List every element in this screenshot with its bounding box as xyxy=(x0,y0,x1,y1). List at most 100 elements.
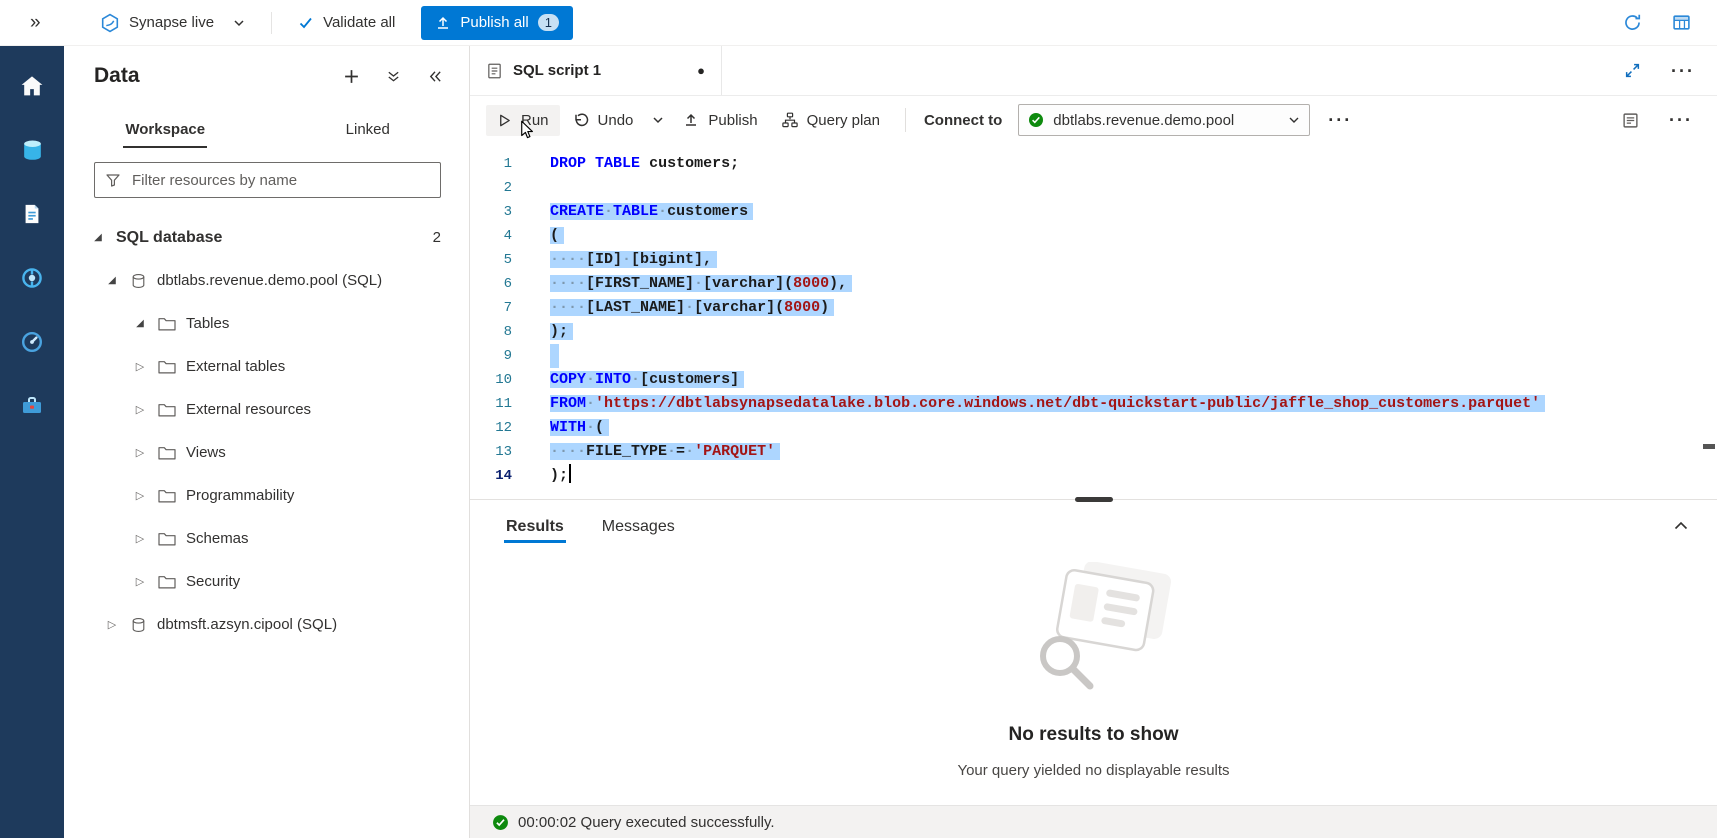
nav-develop-icon[interactable] xyxy=(0,182,64,246)
run-button[interactable]: Run xyxy=(486,105,560,136)
expand-rail-icon[interactable]: » xyxy=(30,12,56,34)
resource-tree: ◢SQL database2◢ dbtlabs.revenue.demo.poo… xyxy=(64,204,469,646)
line-number[interactable]: 13 xyxy=(470,440,530,464)
code-line[interactable]: 10COPY·INTO·[customers] xyxy=(470,368,1717,392)
code-line[interactable]: 13····FILE_TYPE·=·'PARQUET' xyxy=(470,440,1717,464)
tree-item[interactable]: ◢SQL database2 xyxy=(64,216,469,259)
tree-item[interactable]: ▷ dbtmsft.azsyn.cipool (SQL) xyxy=(64,603,469,646)
code-line-content: ····FILE_TYPE·=·'PARQUET' xyxy=(530,440,780,464)
publish-all-button[interactable]: Publish all 1 xyxy=(421,6,573,40)
splitter-drag-handle[interactable] xyxy=(1075,497,1113,502)
filter-resources-input[interactable] xyxy=(130,171,430,190)
line-number[interactable]: 10 xyxy=(470,368,530,392)
tree-item[interactable]: ▷ Security xyxy=(64,560,469,603)
code-line[interactable]: 1DROP TABLE customers; xyxy=(470,152,1717,176)
sql-code-editor[interactable]: 1DROP TABLE customers;23CREATE·TABLE·cus… xyxy=(470,144,1717,496)
publish-button[interactable]: Publish xyxy=(672,105,768,136)
code-line[interactable]: 3CREATE·TABLE·customers xyxy=(470,200,1717,224)
line-number[interactable]: 9 xyxy=(470,344,530,368)
add-resource-icon[interactable] xyxy=(343,68,360,85)
pool-selector-dropdown[interactable]: dbtlabs.revenue.demo.pool xyxy=(1018,104,1310,136)
expand-arrow-icon[interactable]: ▷ xyxy=(132,575,148,588)
collapse-arrow-icon[interactable]: ◢ xyxy=(104,275,120,286)
line-number[interactable]: 11 xyxy=(470,392,530,416)
code-line-content xyxy=(530,344,559,368)
nav-home-icon[interactable] xyxy=(0,54,64,118)
code-line-content: ); xyxy=(530,320,573,344)
folder-icon xyxy=(158,574,176,589)
undo-button[interactable]: Undo xyxy=(562,105,645,136)
expand-arrow-icon[interactable]: ▷ xyxy=(132,360,148,373)
tab-messages[interactable]: Messages xyxy=(600,507,677,547)
collapse-results-icon[interactable] xyxy=(1673,518,1689,534)
line-number[interactable]: 7 xyxy=(470,296,530,320)
folder-icon xyxy=(158,359,176,374)
tree-item[interactable]: ▷ Views xyxy=(64,431,469,474)
properties-icon[interactable] xyxy=(1622,112,1639,129)
mode-switcher-button[interactable]: Synapse live xyxy=(100,13,245,33)
more-actions-icon[interactable]: ··· xyxy=(1669,115,1693,125)
tree-item[interactable]: ▷ External tables xyxy=(64,345,469,388)
line-number[interactable]: 2 xyxy=(470,176,530,200)
query-status-bar: 00:00:02 Query executed successfully. xyxy=(470,805,1717,838)
code-line[interactable]: 9 xyxy=(470,344,1717,368)
line-number[interactable]: 1 xyxy=(470,152,530,176)
line-number[interactable]: 8 xyxy=(470,320,530,344)
code-line[interactable]: 5····[ID]·[bigint], xyxy=(470,248,1717,272)
undo-dropdown-icon[interactable] xyxy=(646,107,670,133)
tree-item[interactable]: ◢ Tables xyxy=(64,302,469,345)
tree-item[interactable]: ▷ Schemas xyxy=(64,517,469,560)
tab-sql-script-1[interactable]: SQL script 1 ● xyxy=(470,46,722,95)
line-number[interactable]: 3 xyxy=(470,200,530,224)
toolbar-more-icon[interactable]: ··· xyxy=(1328,115,1352,125)
code-line[interactable]: 4( xyxy=(470,224,1717,248)
selection-highlight: ····[FIRST_NAME]·[varchar](8000), xyxy=(550,275,852,292)
tree-item[interactable]: ▷ Programmability xyxy=(64,474,469,517)
table-grid-icon[interactable] xyxy=(1672,13,1691,32)
line-number[interactable]: 6 xyxy=(470,272,530,296)
expand-arrow-icon[interactable]: ▷ xyxy=(132,403,148,416)
tab-results[interactable]: Results xyxy=(504,507,566,547)
line-number[interactable]: 5 xyxy=(470,248,530,272)
line-number[interactable]: 14 xyxy=(470,464,530,488)
status-message: 00:00:02 Query executed successfully. xyxy=(518,814,775,831)
code-line[interactable]: 7····[LAST_NAME]·[varchar](8000) xyxy=(470,296,1717,320)
tree-item-label: Security xyxy=(186,573,240,590)
nav-monitor-icon[interactable] xyxy=(0,310,64,374)
code-line[interactable]: 2 xyxy=(470,176,1717,200)
tab-linked-label: Linked xyxy=(344,111,392,148)
collapse-all-icon[interactable] xyxy=(386,69,401,84)
collapse-panel-icon[interactable] xyxy=(427,69,443,84)
no-results-empty-state: No results to show Your query yielded no… xyxy=(470,550,1717,805)
nav-manage-icon[interactable] xyxy=(0,374,64,438)
tab-linked[interactable]: Linked xyxy=(267,106,470,152)
tree-item[interactable]: ◢ dbtlabs.revenue.demo.pool (SQL) xyxy=(64,259,469,302)
tab-workspace[interactable]: Workspace xyxy=(64,106,267,152)
code-line[interactable]: 8); xyxy=(470,320,1717,344)
expand-arrow-icon[interactable]: ▷ xyxy=(132,532,148,545)
expand-arrow-icon[interactable]: ▷ xyxy=(132,446,148,459)
expand-arrow-icon[interactable]: ▷ xyxy=(104,618,120,631)
folder-icon xyxy=(158,488,176,503)
panel-splitter[interactable] xyxy=(470,496,1717,504)
line-number[interactable]: 12 xyxy=(470,416,530,440)
collapse-arrow-icon[interactable]: ◢ xyxy=(132,318,148,329)
expand-arrow-icon[interactable]: ▷ xyxy=(132,489,148,502)
validate-all-button[interactable]: Validate all xyxy=(298,14,395,31)
folder-icon xyxy=(158,316,176,331)
collapse-arrow-icon[interactable]: ◢ xyxy=(90,232,106,243)
refresh-icon[interactable] xyxy=(1623,13,1642,32)
tree-item[interactable]: ▷ External resources xyxy=(64,388,469,431)
expand-editor-icon[interactable] xyxy=(1624,62,1641,79)
undo-label: Undo xyxy=(598,112,634,129)
nav-integrate-icon[interactable] xyxy=(0,246,64,310)
query-plan-button[interactable]: Query plan xyxy=(771,105,891,136)
code-line[interactable]: 6 ····[FIRST_NAME]·[varchar](8000), xyxy=(470,272,1717,296)
line-number[interactable]: 4 xyxy=(470,224,530,248)
code-line[interactable]: 14); xyxy=(470,464,1717,488)
code-line[interactable]: 12WITH·( xyxy=(470,416,1717,440)
tab-more-actions-icon[interactable]: ··· xyxy=(1671,66,1695,76)
code-line-content: ); xyxy=(530,464,571,488)
nav-data-icon[interactable] xyxy=(0,118,64,182)
code-line[interactable]: 11FROM·'https://dbtlabsynapsedatalake.bl… xyxy=(470,392,1717,416)
